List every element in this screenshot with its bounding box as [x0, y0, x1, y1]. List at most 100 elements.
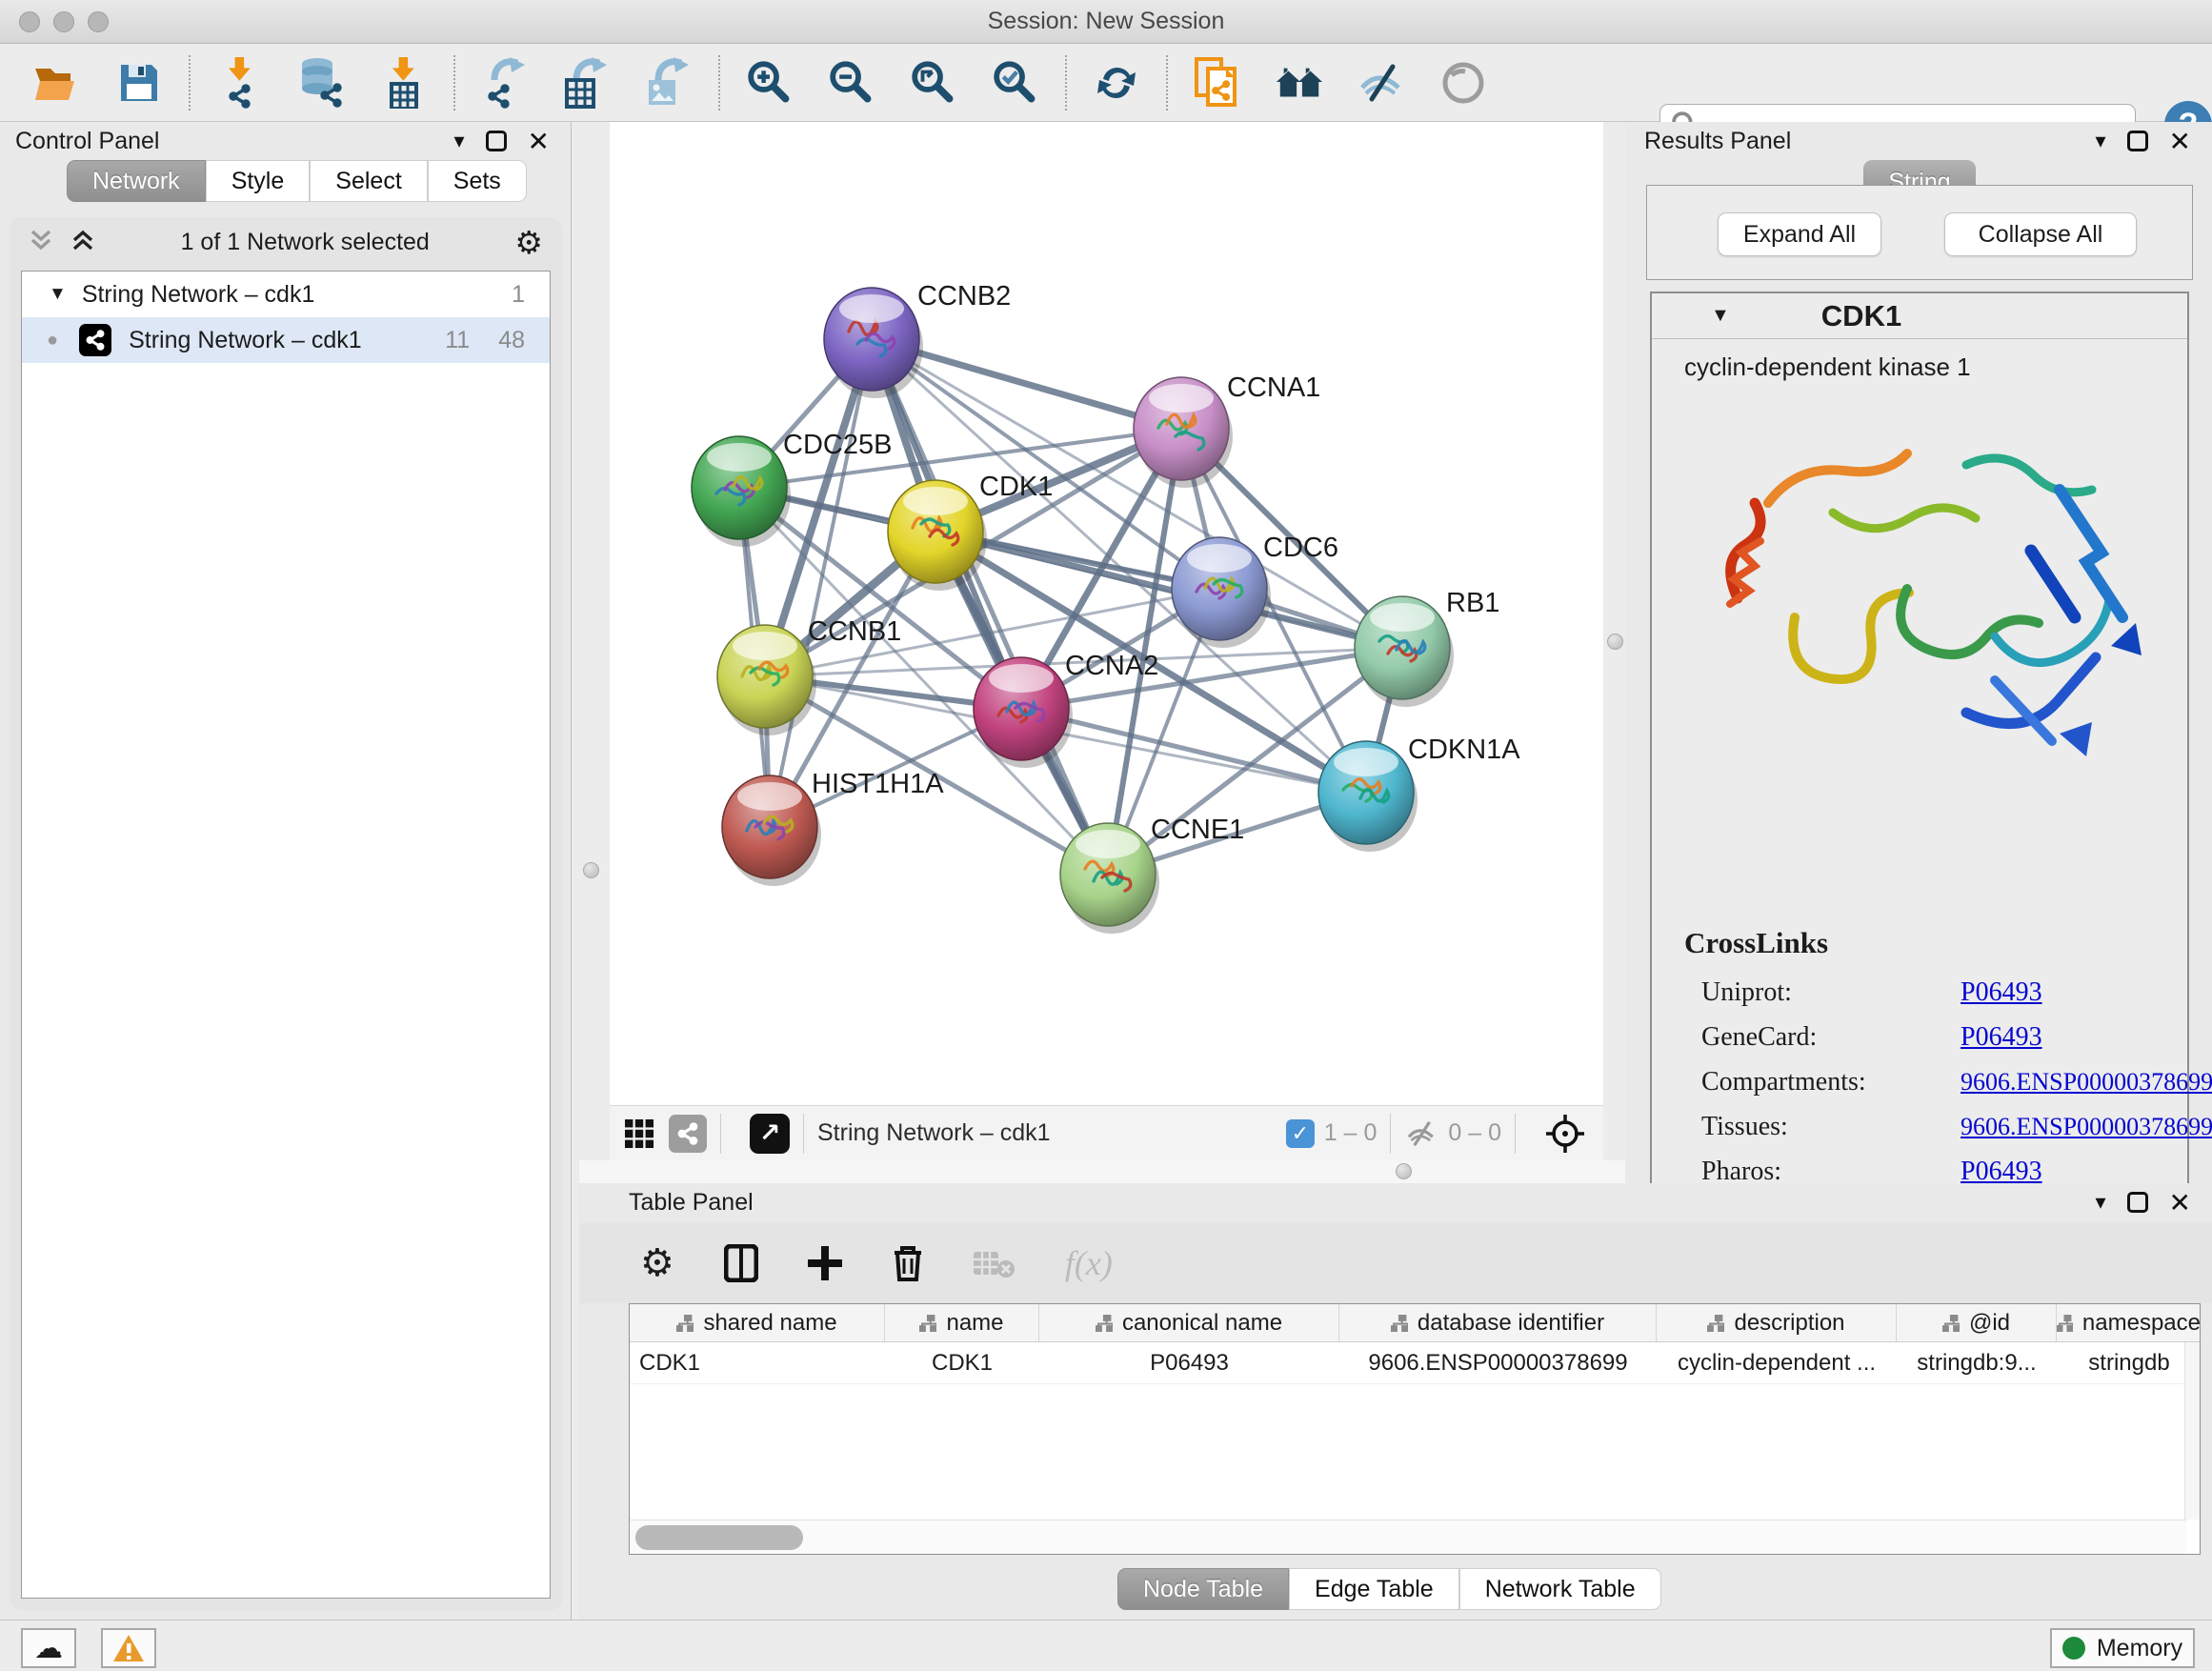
crosslink-value-link[interactable]: P06493 — [1961, 1022, 2042, 1053]
table-panel-menu-icon[interactable]: ▾ — [2095, 1190, 2105, 1215]
network-node-rb1[interactable] — [1355, 596, 1454, 707]
table-cell[interactable]: stringdb — [2057, 1342, 2201, 1383]
birdseye-view-icon[interactable]: ↗ — [750, 1114, 790, 1154]
network-node-ccne1[interactable] — [1060, 823, 1159, 934]
network-node-hist1h1a[interactable] — [722, 775, 821, 886]
network-node-cdc25b[interactable] — [692, 436, 791, 547]
column-header-name[interactable]: name — [885, 1304, 1039, 1341]
home-icon[interactable] — [1275, 58, 1324, 108]
crosslink-value-link[interactable]: P06493 — [1961, 977, 2042, 1008]
network-node-cdk1[interactable] — [888, 480, 987, 591]
export-table-icon[interactable] — [562, 58, 612, 108]
network-node-ccna1[interactable] — [1134, 377, 1233, 488]
network-node-cdc6[interactable] — [1172, 537, 1271, 648]
table-cell[interactable]: CDK1 — [885, 1342, 1039, 1383]
warning-status-button[interactable] — [101, 1628, 156, 1668]
tab-network[interactable]: Network — [67, 160, 206, 202]
refresh-icon[interactable] — [1092, 58, 1141, 108]
tree-collapse-icon[interactable]: ▼ — [49, 284, 67, 305]
eye-icon[interactable] — [1438, 58, 1488, 108]
show-columns-icon[interactable] — [724, 1244, 758, 1282]
copy-style-icon[interactable] — [1193, 58, 1242, 108]
node-table[interactable]: shared namenamecanonical namedatabase id… — [629, 1303, 2201, 1555]
tab-style[interactable]: Style — [206, 160, 311, 202]
network-tree-root-row[interactable]: ▼ String Network – cdk1 1 — [22, 272, 550, 317]
network-edge[interactable] — [1021, 709, 1366, 793]
gene-section-header[interactable]: ▼ CDK1 — [1652, 293, 2187, 339]
column-header-namespace[interactable]: namespace — [2057, 1304, 2201, 1341]
tab-sets[interactable]: Sets — [428, 160, 527, 202]
crosslink-value-link[interactable]: P06493 — [1961, 1157, 2042, 1187]
table-panel-float-icon[interactable] — [2127, 1192, 2148, 1213]
table-cell[interactable]: 9606.ENSP00000378699 — [1339, 1342, 1657, 1383]
table-row[interactable]: CDK1CDK1P064939606.ENSP00000378699cyclin… — [630, 1342, 2200, 1384]
right-splitter[interactable] — [1603, 122, 1625, 1183]
delete-column-icon[interactable] — [892, 1244, 924, 1282]
import-network-icon[interactable] — [215, 58, 265, 108]
cloud-status-button[interactable]: ☁ — [21, 1628, 76, 1668]
zoom-out-icon[interactable] — [827, 58, 876, 108]
network-canvas[interactable]: CCNB2CCNA1CDC25BCDK1CDC6RB1CCNB1CCNA2CDK… — [610, 122, 1603, 1105]
column-header-canonical-name[interactable]: canonical name — [1039, 1304, 1339, 1341]
right-splitter-handle[interactable] — [1607, 634, 1623, 650]
zoom-selected-icon[interactable] — [991, 58, 1040, 108]
column-header-description[interactable]: description — [1657, 1304, 1897, 1341]
close-window-icon[interactable] — [19, 11, 40, 32]
results-panel-menu-icon[interactable]: ▾ — [2095, 129, 2105, 153]
save-session-icon[interactable] — [114, 58, 164, 108]
memory-button[interactable]: Memory — [2050, 1628, 2195, 1668]
table-horizontal-scrollbar[interactable] — [630, 1520, 2186, 1554]
table-cell[interactable]: cyclin-dependent ... — [1657, 1342, 1897, 1383]
scrollbar-thumb[interactable] — [635, 1525, 803, 1550]
collapse-all-button[interactable]: Collapse All — [1944, 212, 2137, 256]
expand-all-button[interactable]: Expand All — [1718, 212, 1881, 256]
control-panel-float-icon[interactable] — [486, 131, 507, 151]
network-options-gear-icon[interactable]: ⚙ — [514, 224, 543, 261]
import-database-icon[interactable] — [297, 58, 347, 108]
table-cell[interactable]: P06493 — [1039, 1342, 1339, 1383]
export-image-icon[interactable] — [644, 58, 694, 108]
table-cell[interactable]: stringdb:9... — [1897, 1342, 2057, 1383]
fit-content-crosshair-icon[interactable] — [1544, 1113, 1586, 1155]
column-header-database-identifier[interactable]: database identifier — [1339, 1304, 1657, 1341]
bottom-splitter-handle[interactable] — [1396, 1163, 1412, 1179]
table-vertical-scrollbar[interactable] — [2184, 1342, 2200, 1520]
table-cell[interactable]: CDK1 — [630, 1342, 885, 1383]
hide-eye-icon[interactable] — [1357, 58, 1406, 108]
control-panel-menu-icon[interactable]: ▾ — [453, 129, 464, 153]
grid-view-icon[interactable] — [625, 1119, 654, 1148]
network-badge-icon[interactable] — [669, 1115, 707, 1153]
column-header-shared-name[interactable]: shared name — [630, 1304, 885, 1341]
add-column-icon[interactable] — [808, 1246, 842, 1280]
export-network-icon[interactable] — [480, 58, 530, 108]
table-panel-close-icon[interactable]: ✕ — [2169, 1187, 2191, 1218]
tab-node-table[interactable]: Node Table — [1117, 1568, 1289, 1610]
results-panel-float-icon[interactable] — [2127, 131, 2148, 151]
crosslink-value-link[interactable]: 9606.ENSP00000378699 — [1961, 1068, 2212, 1097]
network-edge[interactable] — [770, 339, 872, 827]
table-settings-gear-icon[interactable]: ⚙ — [640, 1241, 674, 1285]
results-panel-close-icon[interactable]: ✕ — [2169, 126, 2191, 157]
column-header--id[interactable]: @id — [1897, 1304, 2057, 1341]
import-table-icon[interactable] — [379, 58, 429, 108]
zoom-fit-icon[interactable] — [909, 58, 958, 108]
control-panel-close-icon[interactable]: ✕ — [528, 126, 550, 157]
hidden-eye-icon[interactable] — [1404, 1119, 1438, 1148]
network-tree-row[interactable]: ● String Network – cdk1 11 48 — [22, 317, 550, 363]
window-controls[interactable] — [19, 11, 109, 32]
maximize-window-icon[interactable] — [88, 11, 109, 32]
network-node-ccnb2[interactable] — [824, 288, 923, 398]
open-session-icon[interactable] — [32, 58, 82, 108]
left-splitter-handle[interactable] — [583, 862, 599, 878]
tab-edge-table[interactable]: Edge Table — [1289, 1568, 1459, 1610]
section-collapse-icon[interactable]: ▼ — [1711, 305, 1730, 327]
minimize-window-icon[interactable] — [53, 11, 74, 32]
network-node-cdkn1a[interactable] — [1318, 741, 1418, 852]
selected-checkbox-icon[interactable]: ✓ — [1286, 1119, 1315, 1148]
tab-network-table[interactable]: Network Table — [1459, 1568, 1661, 1610]
crosslink-value-link[interactable]: 9606.ENSP00000378699 — [1961, 1113, 2212, 1141]
zoom-in-icon[interactable] — [745, 58, 794, 108]
collapse-all-networks-icon[interactable] — [29, 228, 53, 257]
expand-all-networks-icon[interactable] — [70, 228, 95, 257]
tab-select[interactable]: Select — [310, 160, 427, 202]
